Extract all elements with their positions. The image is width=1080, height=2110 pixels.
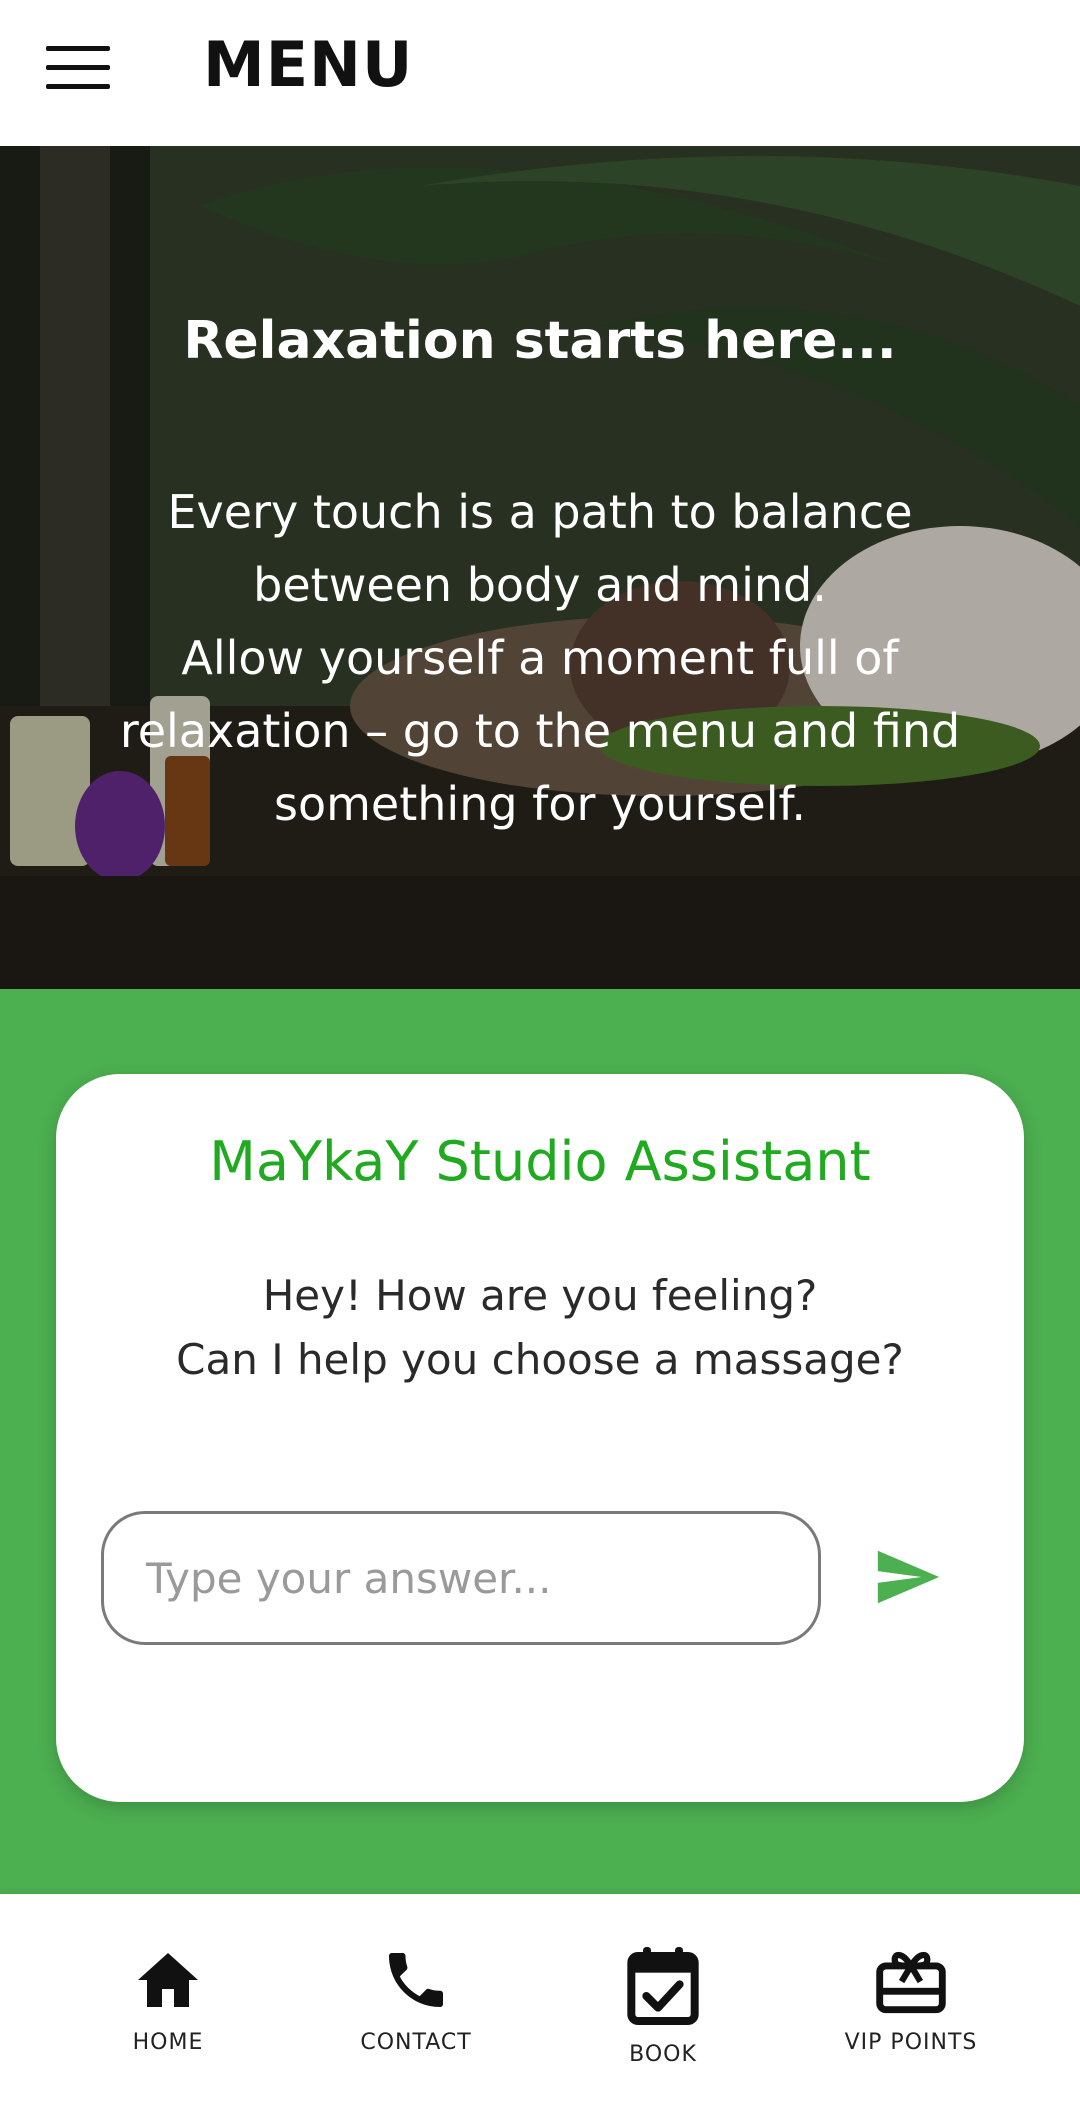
hero-description: Every touch is a path to balance between… (80, 476, 1000, 841)
answer-input[interactable] (101, 1511, 821, 1645)
nav-contact-label: CONTACT (360, 2030, 472, 2055)
nav-vip-points[interactable]: VIP POINTS (811, 1944, 1011, 2055)
assistant-section: MaYkaY Studio Assistant Hey! How are you… (0, 989, 1080, 1894)
hero-line: Every touch is a path to balance (167, 485, 913, 539)
nav-home[interactable]: HOME (68, 1944, 268, 2055)
home-icon (138, 1953, 198, 2007)
assistant-message: Hey! How are you feeling? Can I help you… (56, 1264, 1024, 1392)
send-icon[interactable] (872, 1542, 942, 1612)
hero-line: something for yourself. (274, 777, 806, 831)
hamburger-icon[interactable] (46, 46, 110, 90)
gift-card-icon (876, 1951, 946, 2014)
nav-contact[interactable]: CONTACT (316, 1944, 516, 2055)
hamburger-line (46, 65, 110, 70)
hero-title: Relaxation starts here... (183, 311, 897, 371)
hamburger-line (46, 46, 110, 51)
calendar-check-icon (627, 1947, 699, 2025)
assistant-message-line: Can I help you choose a massage? (176, 1335, 904, 1384)
assistant-title: MaYkaY Studio Assistant (209, 1130, 871, 1193)
hero-banner: Relaxation starts here... Every touch is… (0, 146, 1080, 989)
bottom-navigation: HOME CONTACT BOOK VIP POINTS (0, 1894, 1080, 2110)
hero-line: between body and mind. (253, 558, 827, 612)
top-bar: MENU (0, 0, 1080, 146)
menu-title[interactable]: MENU (203, 28, 413, 101)
hero-line: Allow yourself a moment full of (181, 631, 899, 685)
phone-icon (389, 1953, 443, 2007)
assistant-message-line: Hey! How are you feeling? (262, 1271, 818, 1320)
hamburger-line (46, 84, 110, 89)
nav-home-label: HOME (132, 2030, 204, 2055)
assistant-card: MaYkaY Studio Assistant Hey! How are you… (56, 1074, 1024, 1802)
hero-line: relaxation – go to the menu and find (119, 704, 961, 758)
nav-vip-points-label: VIP POINTS (844, 2030, 978, 2055)
nav-book[interactable]: BOOK (563, 1944, 763, 2067)
nav-book-label: BOOK (629, 2042, 697, 2067)
